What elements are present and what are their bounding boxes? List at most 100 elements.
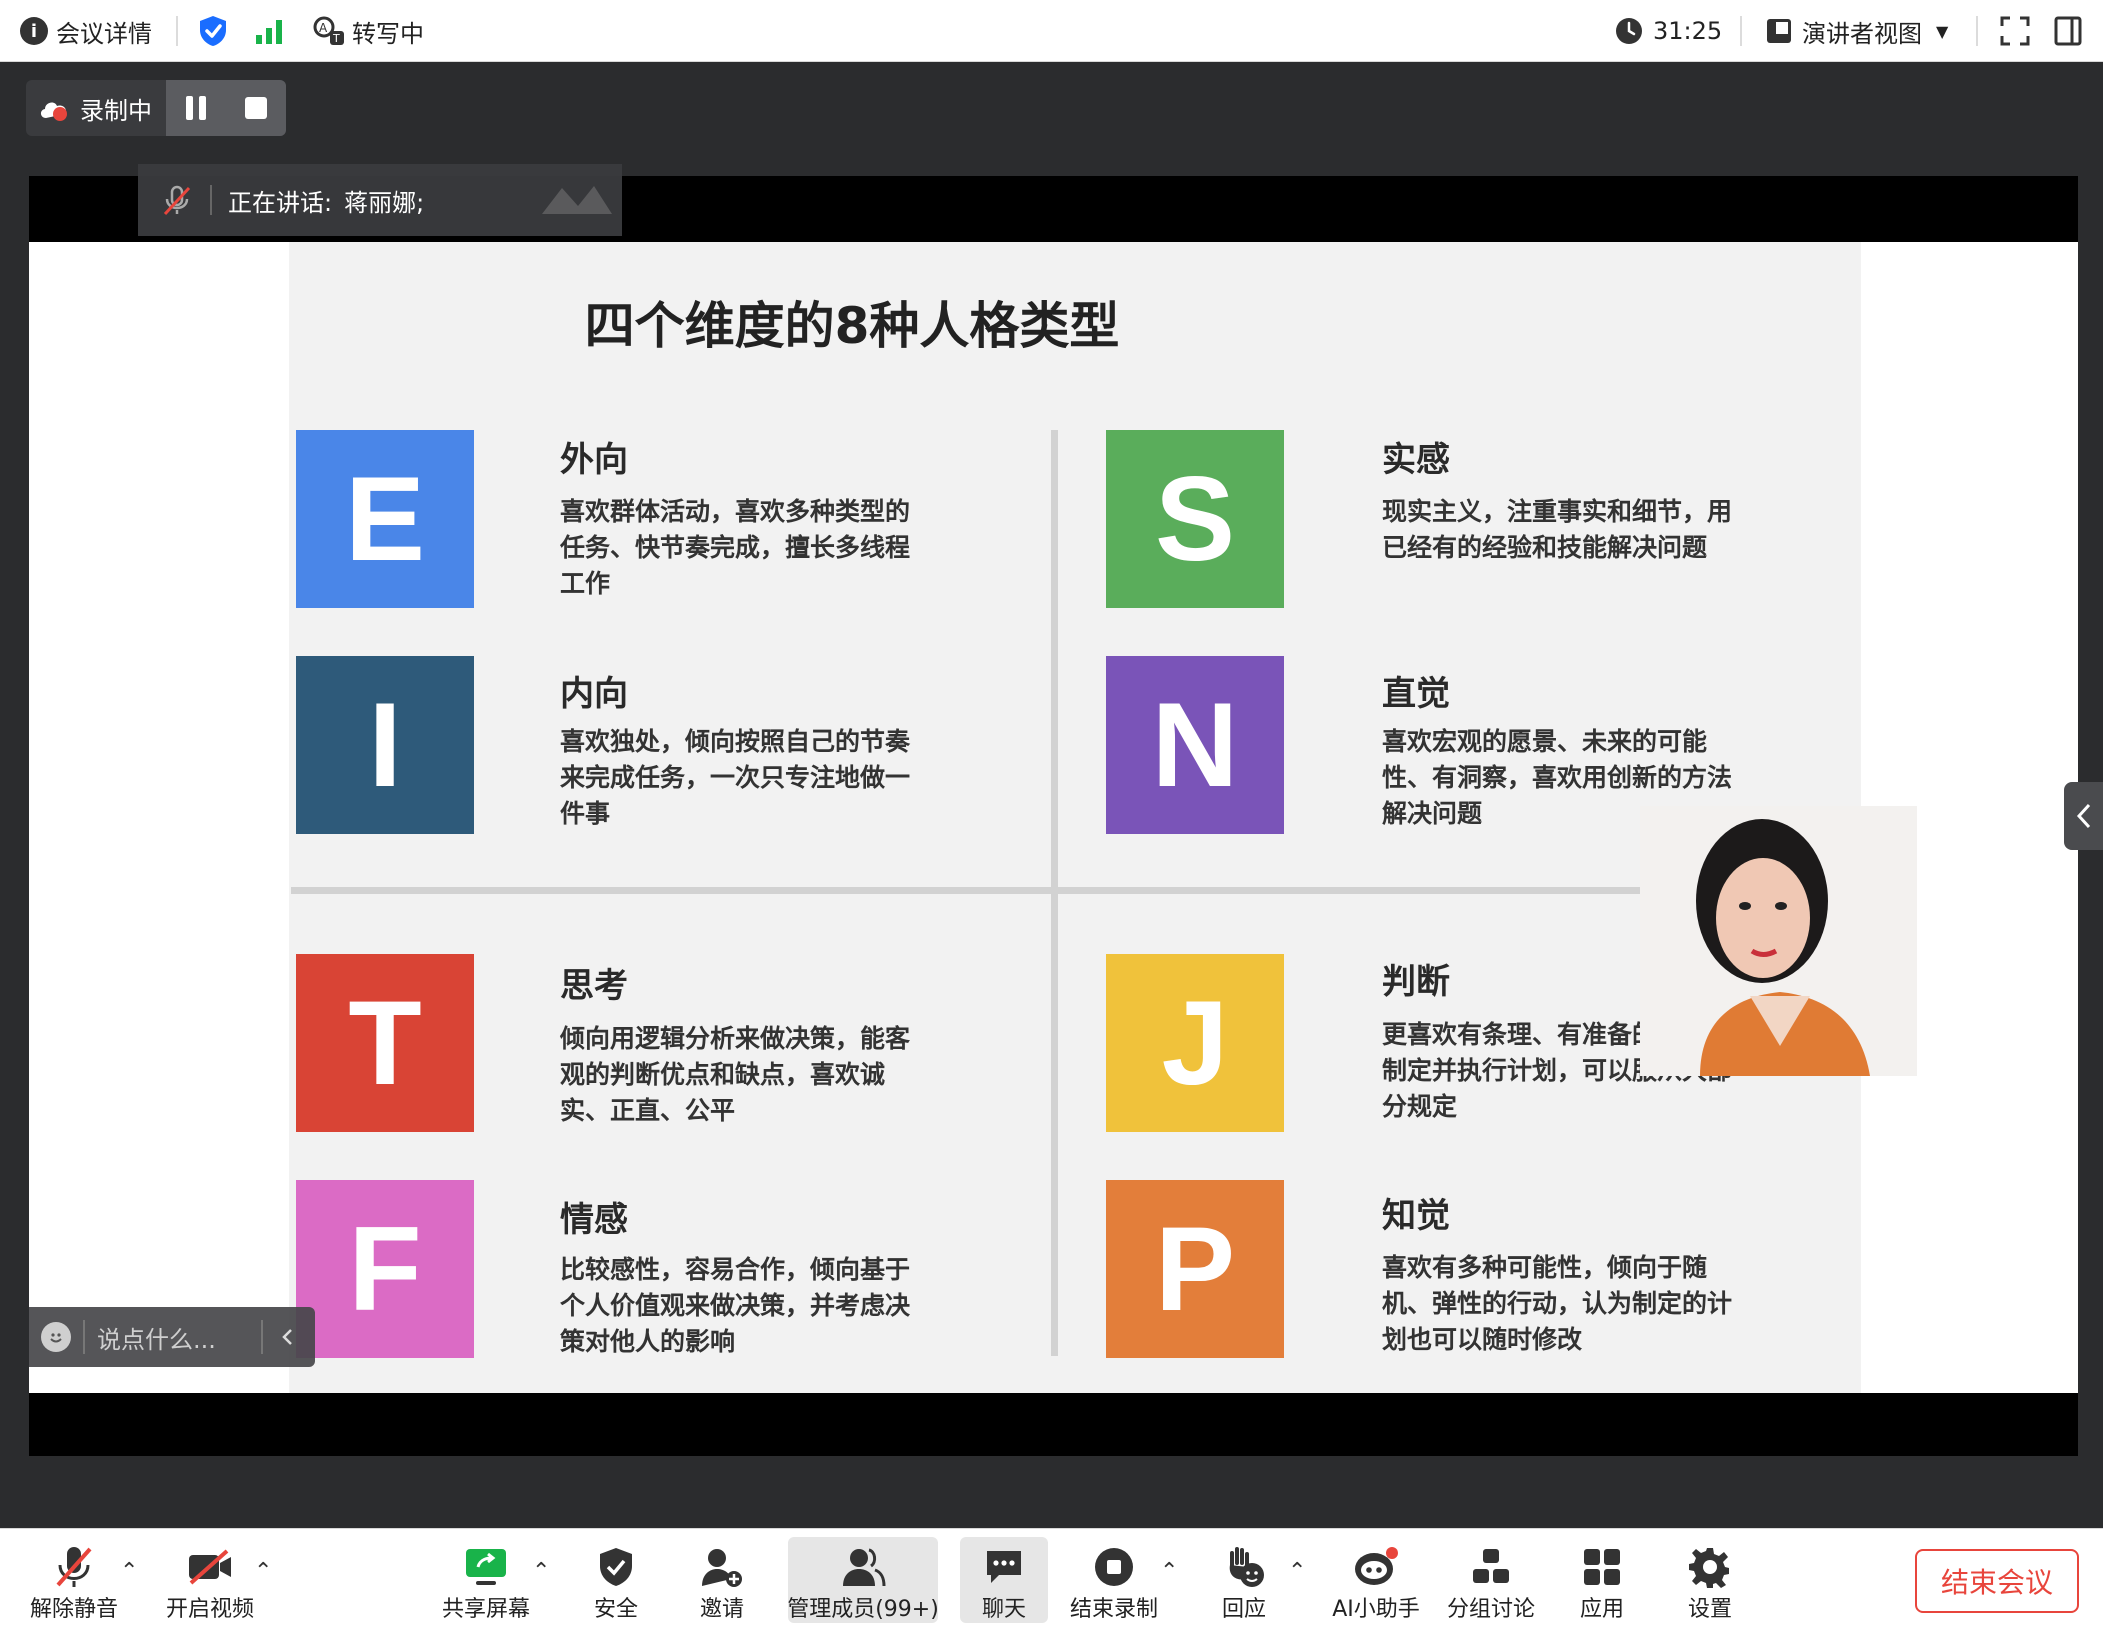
trait-description: 喜欢群体活动，喜欢多种类型的任务、快节奏完成，擅长多线程工作 [560, 497, 911, 598]
chevron-up-icon[interactable]: ⌃ [1160, 1559, 1178, 1584]
svg-text:T: T [332, 32, 340, 45]
manage-members-button[interactable]: 管理成员(99+) [787, 1537, 939, 1623]
layout-icon [1767, 19, 1791, 43]
clock-icon [1616, 18, 1642, 44]
chat-placeholder: 说点什么... [97, 1325, 216, 1354]
add-user-icon [702, 1549, 742, 1587]
trait-title: 判断 [1382, 962, 1450, 1002]
chat-input-bar[interactable]: 说点什么... [29, 1307, 315, 1367]
recording-label: 录制中 [80, 96, 152, 125]
speaker-name: 蒋丽娜; [344, 188, 425, 217]
security-button[interactable]: 安全 [576, 1537, 656, 1623]
toolbar-label: 回应 [1221, 1597, 1266, 1622]
svg-text:A: A [319, 21, 328, 35]
active-speaker-banner: 正在讲话: 蒋丽娜; [138, 164, 622, 236]
toolbar-label: 管理成员(99+) [787, 1597, 939, 1622]
raise-hand-icon [1229, 1547, 1264, 1587]
collapse-sidebar-button[interactable] [2064, 782, 2103, 850]
pause-icon [185, 96, 193, 120]
reactions-button[interactable]: 回应 [1204, 1537, 1284, 1623]
sidebar-toggle-icon[interactable] [2054, 0, 2082, 62]
members-icon [843, 1548, 886, 1587]
horizontal-divider [291, 887, 1831, 894]
emoji-icon[interactable] [41, 1322, 71, 1352]
view-mode-label: 演讲者视图 [1802, 19, 1922, 48]
divider [1740, 16, 1742, 46]
participant-video-thumbnail[interactable] [1640, 806, 1917, 1076]
recording-control: 录制中 [26, 80, 286, 136]
bottom-toolbar: 解除静音 ⌃ 开启视频 ⌃ 共享屏幕 ⌃ 安全 邀请 管理成员(99+) 聊天 … [0, 1528, 2103, 1631]
shared-slide: 四个维度的8种人格类型 E 外向 喜欢群体活动，喜欢多种类型的任务、快节奏完成，… [289, 242, 1861, 1393]
chevron-up-icon[interactable]: ⌃ [120, 1559, 138, 1584]
info-icon: i [20, 17, 48, 45]
end-meeting-button[interactable]: 结束会议 [1915, 1549, 2079, 1613]
trait-title: 内向 [560, 674, 628, 714]
breakout-rooms-button[interactable]: 分组讨论 [1446, 1537, 1536, 1623]
apps-button[interactable]: 应用 [1562, 1537, 1642, 1623]
trait-description: 现实主义，注重事实和细节，用已经有的经验和技能解决问题 [1382, 497, 1733, 562]
stop-recording-toolbar-button[interactable]: 结束录制 [1064, 1537, 1164, 1623]
view-mode-dropdown[interactable]: 演讲者视图 ▼ [1766, 0, 1948, 62]
pause-recording-button[interactable] [185, 96, 206, 120]
chevron-left-icon [2076, 803, 2090, 829]
trait-description: 喜欢独处，倾向按照自己的节奏来完成任务，一次只专注地做一件事 [560, 727, 911, 828]
invite-button[interactable]: 邀请 [682, 1537, 762, 1623]
letter-card-i: I [296, 656, 474, 834]
toolbar-label: 分组讨论 [1446, 1597, 1535, 1622]
meeting-info-button[interactable]: i 会议详情 [20, 0, 152, 62]
letter-card-n: N [1106, 656, 1284, 834]
trait-title: 情感 [560, 1200, 628, 1240]
security-shield-icon[interactable] [198, 0, 228, 62]
trait-description: 倾向用逻辑分析来做决策，能客观的判断优点和缺点，喜欢诚实、正直、公平 [560, 1024, 911, 1125]
chevron-up-icon[interactable]: ⌃ [254, 1559, 272, 1584]
start-video-button[interactable]: 开启视频 [158, 1537, 262, 1623]
stop-record-icon [1095, 1548, 1133, 1586]
chevron-down-icon: ▼ [1936, 21, 1949, 41]
stop-recording-button[interactable] [244, 97, 267, 119]
toolbar-label: 安全 [593, 1597, 638, 1622]
stop-icon [244, 97, 267, 119]
transcribing-label: 转写中 [352, 19, 424, 48]
fullscreen-icon[interactable] [2000, 0, 2030, 62]
trait-title: 知觉 [1382, 1196, 1450, 1236]
top-bar: i 会议详情 AT 转写中 31:25 演讲者视图 ▼ [0, 0, 2103, 62]
microphone-muted-icon [163, 185, 191, 216]
gear-icon [1689, 1548, 1729, 1588]
trait-title: 直觉 [1382, 674, 1450, 714]
recording-status: 录制中 [26, 80, 166, 136]
toolbar-label: 结束录制 [1069, 1597, 1158, 1622]
chevron-left-icon[interactable] [281, 1327, 295, 1347]
ai-assistant-button[interactable]: AI小助手 [1328, 1537, 1424, 1623]
chat-bubble-icon [987, 1551, 1021, 1583]
speaker-label: 正在讲话: [228, 188, 333, 217]
share-screen-button[interactable]: 共享屏幕 [436, 1537, 536, 1623]
slide-title: 四个维度的8种人格类型 [584, 297, 1120, 355]
share-screen-icon [466, 1549, 506, 1585]
trait-description: 比较感性，容易合作，倾向基于个人价值观来做决策，并考虑决策对他人的影响 [560, 1255, 911, 1356]
breakout-icon [1473, 1549, 1509, 1583]
toolbar-label: 共享屏幕 [441, 1597, 530, 1622]
toolbar-label: 邀请 [699, 1597, 744, 1622]
letter-card-e: E [296, 430, 474, 608]
signal-strength-icon[interactable] [254, 0, 284, 62]
chat-button[interactable]: 聊天 [960, 1537, 1048, 1623]
ai-robot-icon [1355, 1547, 1398, 1585]
letter-card-t: T [296, 954, 474, 1132]
divider [1976, 16, 1978, 46]
trait-title: 思考 [560, 966, 628, 1006]
letter-card-f: F [296, 1180, 474, 1358]
shield-icon [600, 1548, 632, 1586]
transcribing-status[interactable]: AT 转写中 [312, 0, 424, 62]
toolbar-label: 应用 [1579, 1597, 1624, 1622]
timer-label: 31:25 [1653, 17, 1723, 45]
unmute-button[interactable]: 解除静音 [22, 1537, 126, 1623]
trait-description: 喜欢有多种可能性，倾向于随机、弹性的行动，认为制定的计划也可以随时修改 [1382, 1253, 1733, 1354]
camera-off-icon [189, 1549, 231, 1585]
settings-button[interactable]: 设置 [1670, 1537, 1750, 1623]
chevron-up-icon[interactable]: ⌃ [1288, 1559, 1306, 1584]
letter-card-p: P [1106, 1180, 1284, 1358]
trait-title: 外向 [560, 440, 628, 480]
microphone-muted-icon [56, 1547, 92, 1587]
meeting-timer: 31:25 [1615, 0, 1722, 62]
chevron-up-icon[interactable]: ⌃ [532, 1559, 550, 1584]
